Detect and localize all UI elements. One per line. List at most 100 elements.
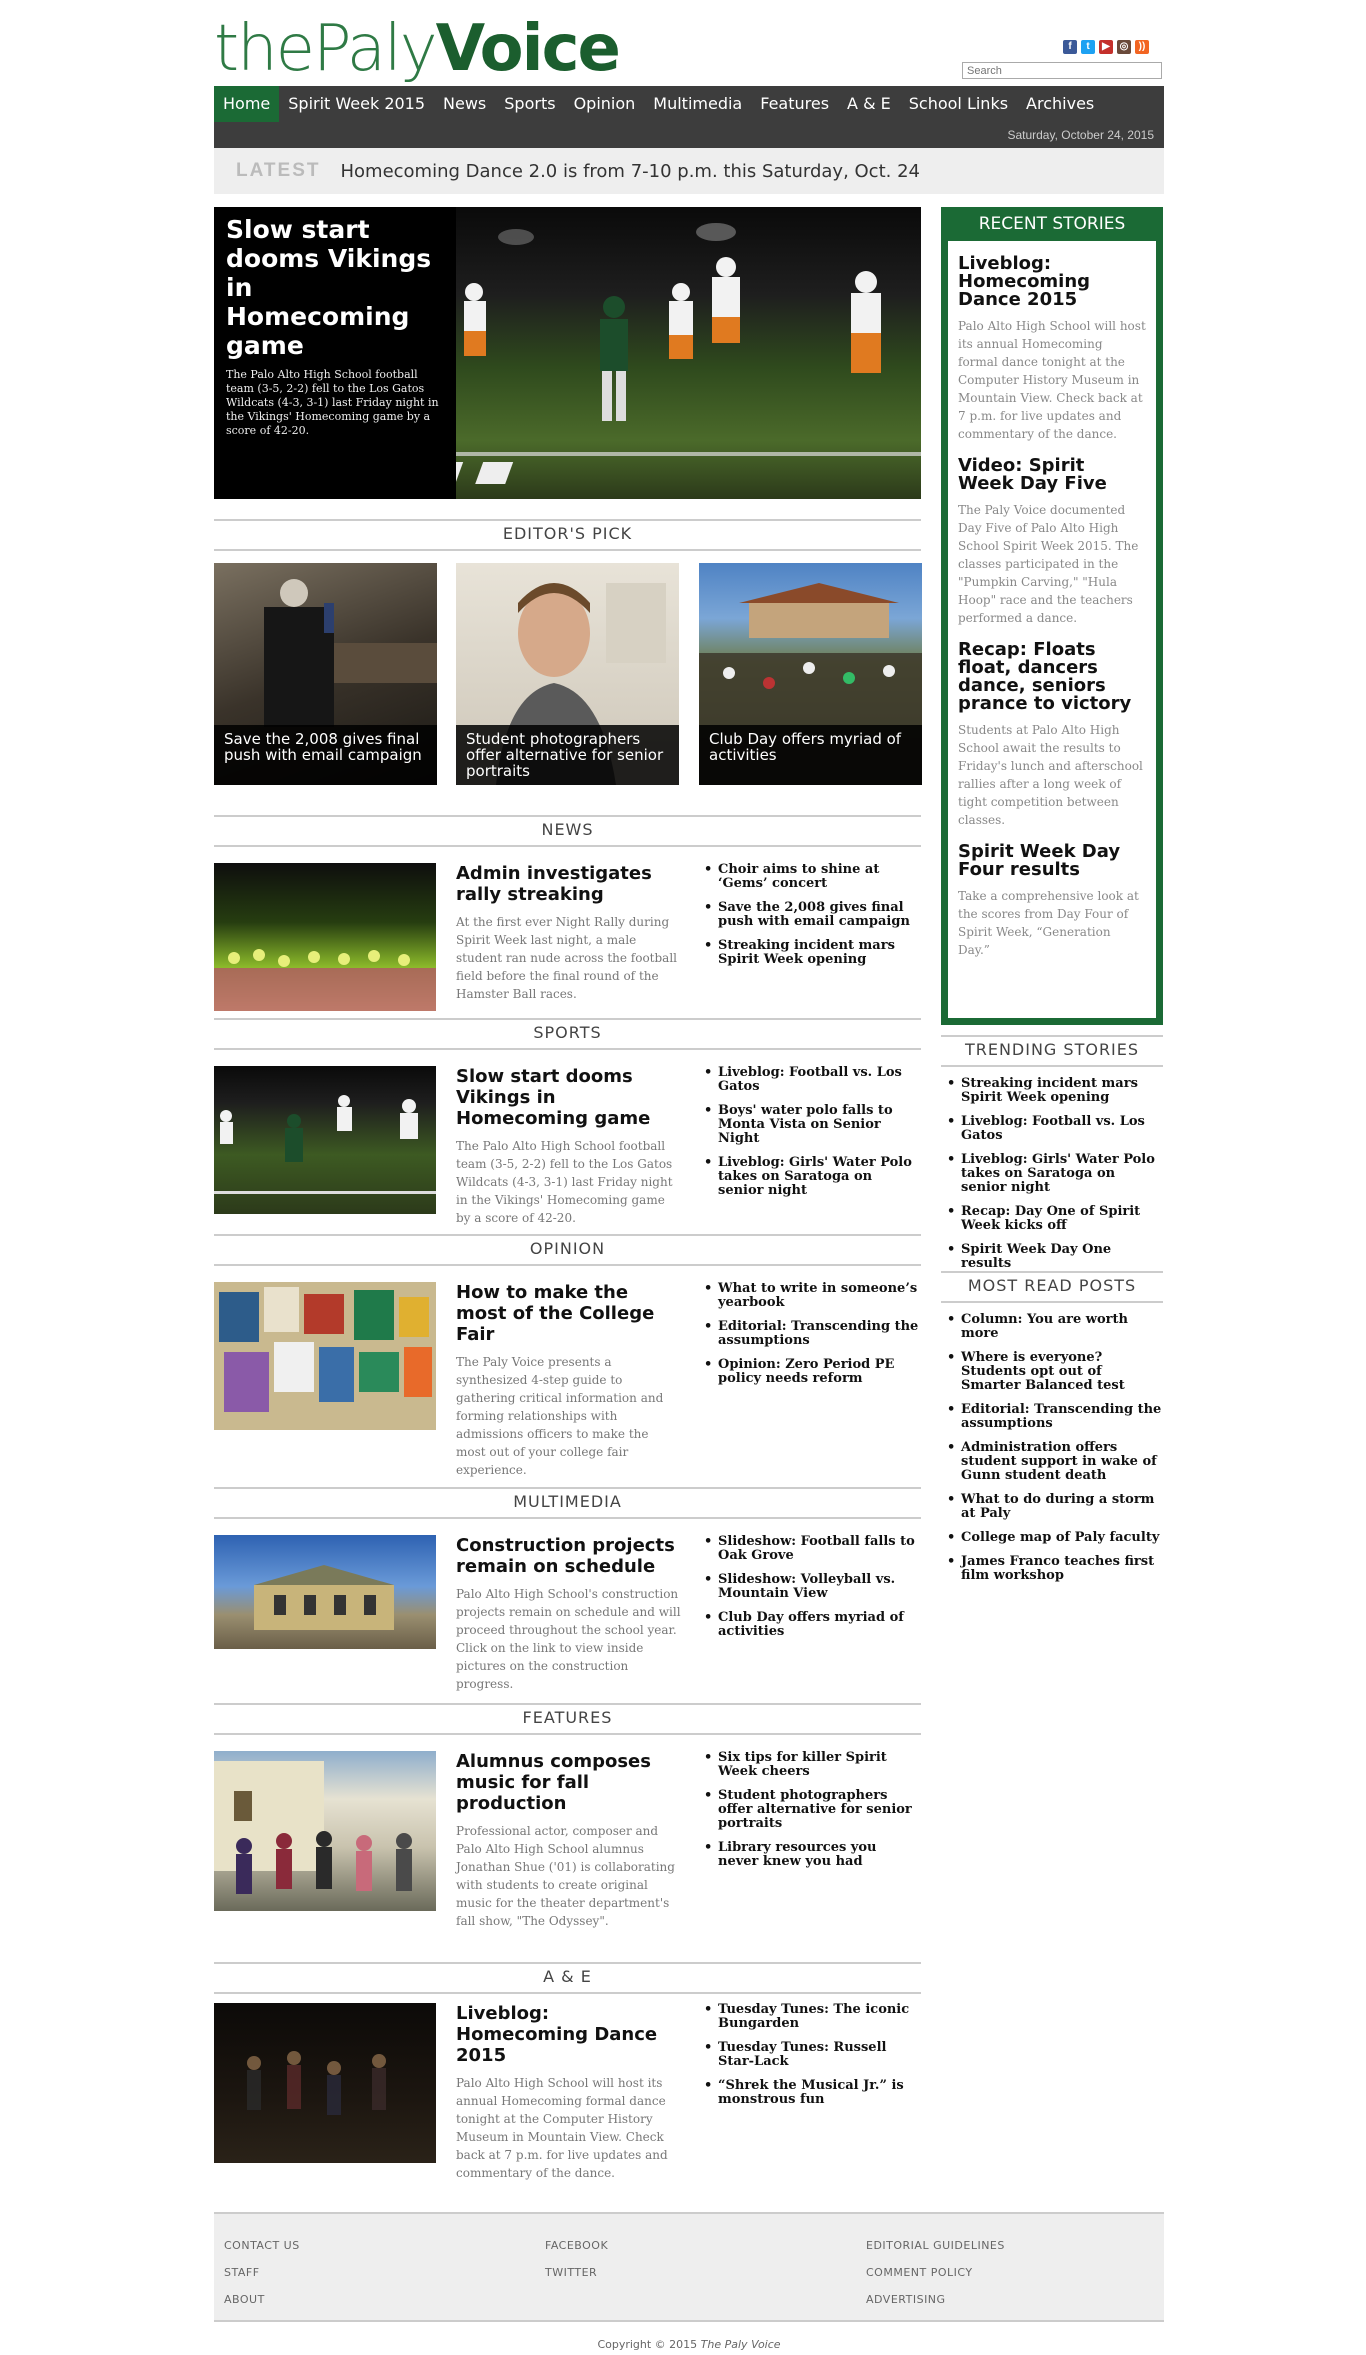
pick-caption: Student photographers offer alternative … — [456, 725, 679, 785]
construction-photo — [254, 1565, 394, 1630]
footer-link-advertising[interactable]: ADVERTISING — [866, 2286, 1005, 2313]
news-thumbnail[interactable] — [214, 863, 436, 1011]
editors-pick-heading: EDITOR'S PICK — [214, 519, 921, 551]
sports-link[interactable]: Liveblog: Football vs. Los Gatos — [704, 1066, 921, 1094]
nav-ae[interactable]: A & E — [838, 86, 900, 122]
recent-story-title[interactable]: Recap: Floats float, dancers dance, seni… — [958, 641, 1146, 713]
hero-image[interactable] — [456, 207, 921, 499]
news-link[interactable]: Streaking incident mars Spirit Week open… — [704, 939, 921, 967]
trending-item[interactable]: Spirit Week Day One results — [941, 1243, 1163, 1271]
multimedia-link[interactable]: Club Day offers myriad of activities — [704, 1611, 921, 1639]
site-logo[interactable]: thePalyVoice — [214, 14, 621, 84]
hero-summary: The Palo Alto High School football team … — [226, 368, 439, 437]
footer-link-twitter[interactable]: TWITTER — [545, 2259, 608, 2286]
nav-archives[interactable]: Archives — [1017, 86, 1103, 122]
news-link[interactable]: Choir aims to shine at ‘Gems’ concert — [704, 863, 921, 891]
footer-link-staff[interactable]: STAFF — [224, 2259, 300, 2286]
recent-story-title[interactable]: Spirit Week Day Four results — [958, 843, 1146, 879]
sports-links: Liveblog: Football vs. Los Gatos Boys' w… — [704, 1066, 921, 1208]
most-read-heading: MOST READ POSTS — [941, 1271, 1163, 1303]
features-lead-title[interactable]: Alumnus composes music for fall producti… — [456, 1751, 681, 1814]
students-photo — [214, 1761, 412, 1894]
features-thumbnail[interactable] — [214, 1751, 436, 1911]
footer-link-contact[interactable]: CONTACT US — [224, 2232, 300, 2259]
hero-title[interactable]: Slow start dooms Vikings in Homecoming g… — [226, 215, 444, 360]
trending-item[interactable]: Liveblog: Girls' Water Polo takes on Sar… — [941, 1153, 1163, 1195]
recent-story: Liveblog: Homecoming Dance 2015 Palo Alt… — [948, 241, 1156, 443]
nav-opinion[interactable]: Opinion — [565, 86, 645, 122]
search-input[interactable] — [962, 62, 1162, 79]
ae-link[interactable]: Tuesday Tunes: Russell Star-Lack — [704, 2041, 921, 2069]
features-link[interactable]: Six tips for killer Spirit Week cheers — [704, 1751, 921, 1779]
multimedia-link[interactable]: Slideshow: Volleyball vs. Mountain View — [704, 1573, 921, 1601]
features-link[interactable]: Student photographers offer alternative … — [704, 1789, 921, 1831]
rally-photo — [214, 949, 436, 1011]
sports-link[interactable]: Boys' water polo falls to Monta Vista on… — [704, 1104, 921, 1146]
most-read-item[interactable]: Column: You are worth more — [941, 1313, 1163, 1341]
nav-news[interactable]: News — [434, 86, 495, 122]
footer-link-facebook[interactable]: FACEBOOK — [545, 2232, 608, 2259]
recent-story: Video: Spirit Week Day Five The Paly Voi… — [948, 443, 1156, 627]
news-link[interactable]: Save the 2,008 gives final push with ema… — [704, 901, 921, 929]
sports-lead-title[interactable]: Slow start dooms Vikings in Homecoming g… — [456, 1066, 681, 1129]
sports-thumbnail[interactable] — [214, 1066, 436, 1214]
instagram-icon[interactable]: ◎ — [1117, 40, 1131, 54]
news-heading: NEWS — [214, 815, 921, 847]
opinion-link[interactable]: What to write in someone’s yearbook — [704, 1282, 921, 1310]
facebook-icon[interactable]: f — [1063, 40, 1077, 54]
twitter-icon[interactable]: t — [1081, 40, 1095, 54]
most-read-item[interactable]: What to do during a storm at Paly — [941, 1493, 1163, 1521]
hero-text: Slow start dooms Vikings in Homecoming g… — [214, 207, 456, 499]
nav-spirit-week[interactable]: Spirit Week 2015 — [279, 86, 434, 122]
most-read-item[interactable]: Where is everyone? Students opt out of S… — [941, 1351, 1163, 1393]
trending-heading: TRENDING STORIES — [941, 1035, 1163, 1067]
most-read-item[interactable]: James Franco teaches first film workshop — [941, 1555, 1163, 1583]
rss-icon[interactable]: )) — [1135, 40, 1149, 54]
opinion-thumbnail[interactable] — [214, 1282, 436, 1430]
trending-item[interactable]: Recap: Day One of Spirit Week kicks off — [941, 1205, 1163, 1233]
pick-card[interactable]: Save the 2,008 gives final push with ema… — [214, 563, 437, 785]
opinion-lead-title[interactable]: How to make the most of the College Fair — [456, 1282, 681, 1345]
ae-lead-title[interactable]: Liveblog: Homecoming Dance 2015 — [456, 2003, 681, 2066]
multimedia-lead-title[interactable]: Construction projects remain on schedule — [456, 1535, 681, 1577]
recent-story-title[interactable]: Liveblog: Homecoming Dance 2015 — [958, 255, 1146, 309]
ae-lead-summary: Palo Alto High School will host its annu… — [456, 2076, 668, 2180]
nav-home[interactable]: Home — [214, 86, 280, 122]
most-read-item[interactable]: Administration offers student support in… — [941, 1441, 1163, 1483]
college-fair-photo — [219, 1287, 432, 1412]
sports-link[interactable]: Liveblog: Girls' Water Polo takes on Sar… — [704, 1156, 921, 1198]
nav-sports[interactable]: Sports — [495, 86, 564, 122]
trending-item[interactable]: Streaking incident mars Spirit Week open… — [941, 1077, 1163, 1105]
opinion-link[interactable]: Opinion: Zero Period PE policy needs ref… — [704, 1358, 921, 1386]
news-lead-title[interactable]: Admin investigates rally streaking — [456, 863, 681, 905]
nav-multimedia[interactable]: Multimedia — [644, 86, 751, 122]
footer-link-about[interactable]: ABOUT — [224, 2286, 300, 2313]
hero-story[interactable]: Slow start dooms Vikings in Homecoming g… — [214, 207, 921, 499]
youtube-icon[interactable]: ▶ — [1099, 40, 1113, 54]
nav-features[interactable]: Features — [751, 86, 838, 122]
footer-link-comment-policy[interactable]: COMMENT POLICY — [866, 2259, 1005, 2286]
copyright-name: The Paly Voice — [700, 2338, 781, 2351]
latest-headline[interactable]: Homecoming Dance 2.0 is from 7-10 p.m. t… — [340, 161, 920, 182]
recent-story-title[interactable]: Video: Spirit Week Day Five — [958, 457, 1146, 493]
sports-lead: Slow start dooms Vikings in Homecoming g… — [456, 1066, 681, 1227]
opinion-link[interactable]: Editorial: Transcending the assumptions — [704, 1320, 921, 1348]
ae-thumbnail[interactable] — [214, 2003, 436, 2163]
copyright: Copyright © 2015 The Paly Voice — [214, 2338, 1164, 2351]
footer-link-editorial-guidelines[interactable]: EDITORIAL GUIDELINES — [866, 2232, 1005, 2259]
trending-list: Streaking incident mars Spirit Week open… — [941, 1077, 1163, 1281]
nav-school-links[interactable]: School Links — [900, 86, 1017, 122]
most-read-item[interactable]: College map of Paly faculty — [941, 1531, 1163, 1546]
multimedia-thumbnail[interactable] — [214, 1535, 436, 1649]
copyright-prefix: Copyright © 2015 — [597, 2338, 701, 2351]
ae-link[interactable]: “Shrek the Musical Jr.” is monstrous fun — [704, 2079, 921, 2107]
footer-column: CONTACT US STAFF ABOUT — [224, 2232, 300, 2313]
pick-card[interactable]: Student photographers offer alternative … — [456, 563, 679, 785]
site-footer: CONTACT US STAFF ABOUT FACEBOOK TWITTER … — [214, 2212, 1164, 2322]
features-link[interactable]: Library resources you never knew you had — [704, 1841, 921, 1869]
most-read-item[interactable]: Editorial: Transcending the assumptions — [941, 1403, 1163, 1431]
ae-link[interactable]: Tuesday Tunes: The iconic Bungarden — [704, 2003, 921, 2031]
trending-item[interactable]: Liveblog: Football vs. Los Gatos — [941, 1115, 1163, 1143]
multimedia-link[interactable]: Slideshow: Football falls to Oak Grove — [704, 1535, 921, 1563]
pick-card[interactable]: Club Day offers myriad of activities — [699, 563, 922, 785]
